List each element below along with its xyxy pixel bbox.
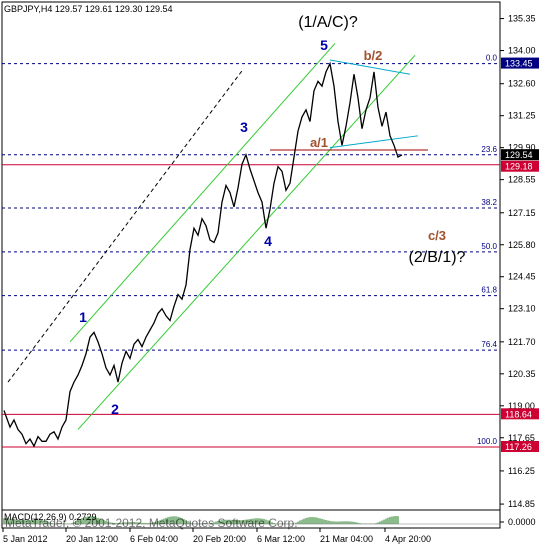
price-box-label: 117.26: [505, 442, 532, 452]
wave-label: 2: [111, 401, 119, 417]
fib-level-label: 38.2: [481, 198, 497, 207]
price-tick-label: 124.45: [508, 272, 536, 282]
channel-dashed-line: [7, 69, 244, 383]
price-tick-label: 114.85: [508, 499, 535, 509]
wave-label: c/3: [428, 228, 446, 243]
fib-level-label: 23.6: [481, 145, 497, 154]
time-tick-label: 20 Jan 12:00: [66, 534, 118, 544]
watermark: MetaTrader, © 2001-2012, MetaQuotes Soft…: [5, 516, 298, 530]
fib-level-label: 100.0: [477, 437, 498, 446]
price-chart[interactable]: 0.0 23.6 38.2 50.0 61.8 76.4 100.0 1 2 3 4 5 a/1 b/2…: [0, 0, 543, 548]
price-box-label: 133.45: [505, 59, 533, 69]
fib-level-label: 76.4: [481, 340, 497, 349]
time-tick-label: 20 Feb 20:00: [193, 534, 246, 544]
price-tick-label: 116.25: [508, 466, 535, 476]
time-tick-label: 4 Apr 20:00: [385, 534, 431, 544]
price-tick-label: 132.60: [508, 79, 536, 89]
price-tick-label: 125.80: [508, 240, 536, 250]
price-box-label: 129.18: [505, 162, 533, 172]
channel-upper-line: [69, 43, 336, 343]
wave-label: a/1: [310, 135, 328, 150]
channel-lower-line: [77, 54, 416, 430]
time-tick-label: 21 Mar 04:00: [320, 534, 373, 544]
wave-label: 5: [320, 37, 328, 53]
price-tick-label: 135.35: [508, 14, 536, 24]
price-tick-label: 128.55: [508, 175, 536, 185]
price-tick-label: 134.00: [508, 46, 536, 56]
price-tick-label: 0.0000: [508, 517, 536, 527]
price-tick-label: 127.15: [508, 208, 536, 218]
chart-header: GBPJPY,H4 129.57 129.61 129.30 129.54: [4, 4, 172, 14]
fib-level-label: 0.0: [486, 54, 498, 63]
time-tick-label: 6 Feb 04:00: [130, 534, 178, 544]
wave-label: b/2: [364, 48, 383, 63]
price-tick-label: 123.10: [508, 304, 536, 314]
price-tick-label: 131.25: [508, 111, 536, 121]
wave-label: (2/B/1)?: [409, 249, 466, 266]
time-tick-label: 5 Jan 2012: [3, 534, 48, 544]
price-series-line: [3, 61, 403, 448]
fib-level-label: 61.8: [481, 286, 497, 295]
wave-label: 1: [79, 309, 87, 325]
price-box-label: 129.54: [505, 150, 533, 160]
wave-label: 4: [264, 233, 272, 249]
wave-label: (1/A/C)?: [298, 14, 358, 31]
fib-level-label: 50.0: [481, 242, 497, 251]
price-tick-label: 121.70: [508, 337, 536, 347]
price-box-label: 118.64: [505, 409, 532, 419]
price-tick-label: 120.35: [508, 369, 536, 379]
wave-label: 3: [240, 119, 248, 135]
time-tick-label: 6 Mar 12:00: [257, 534, 305, 544]
